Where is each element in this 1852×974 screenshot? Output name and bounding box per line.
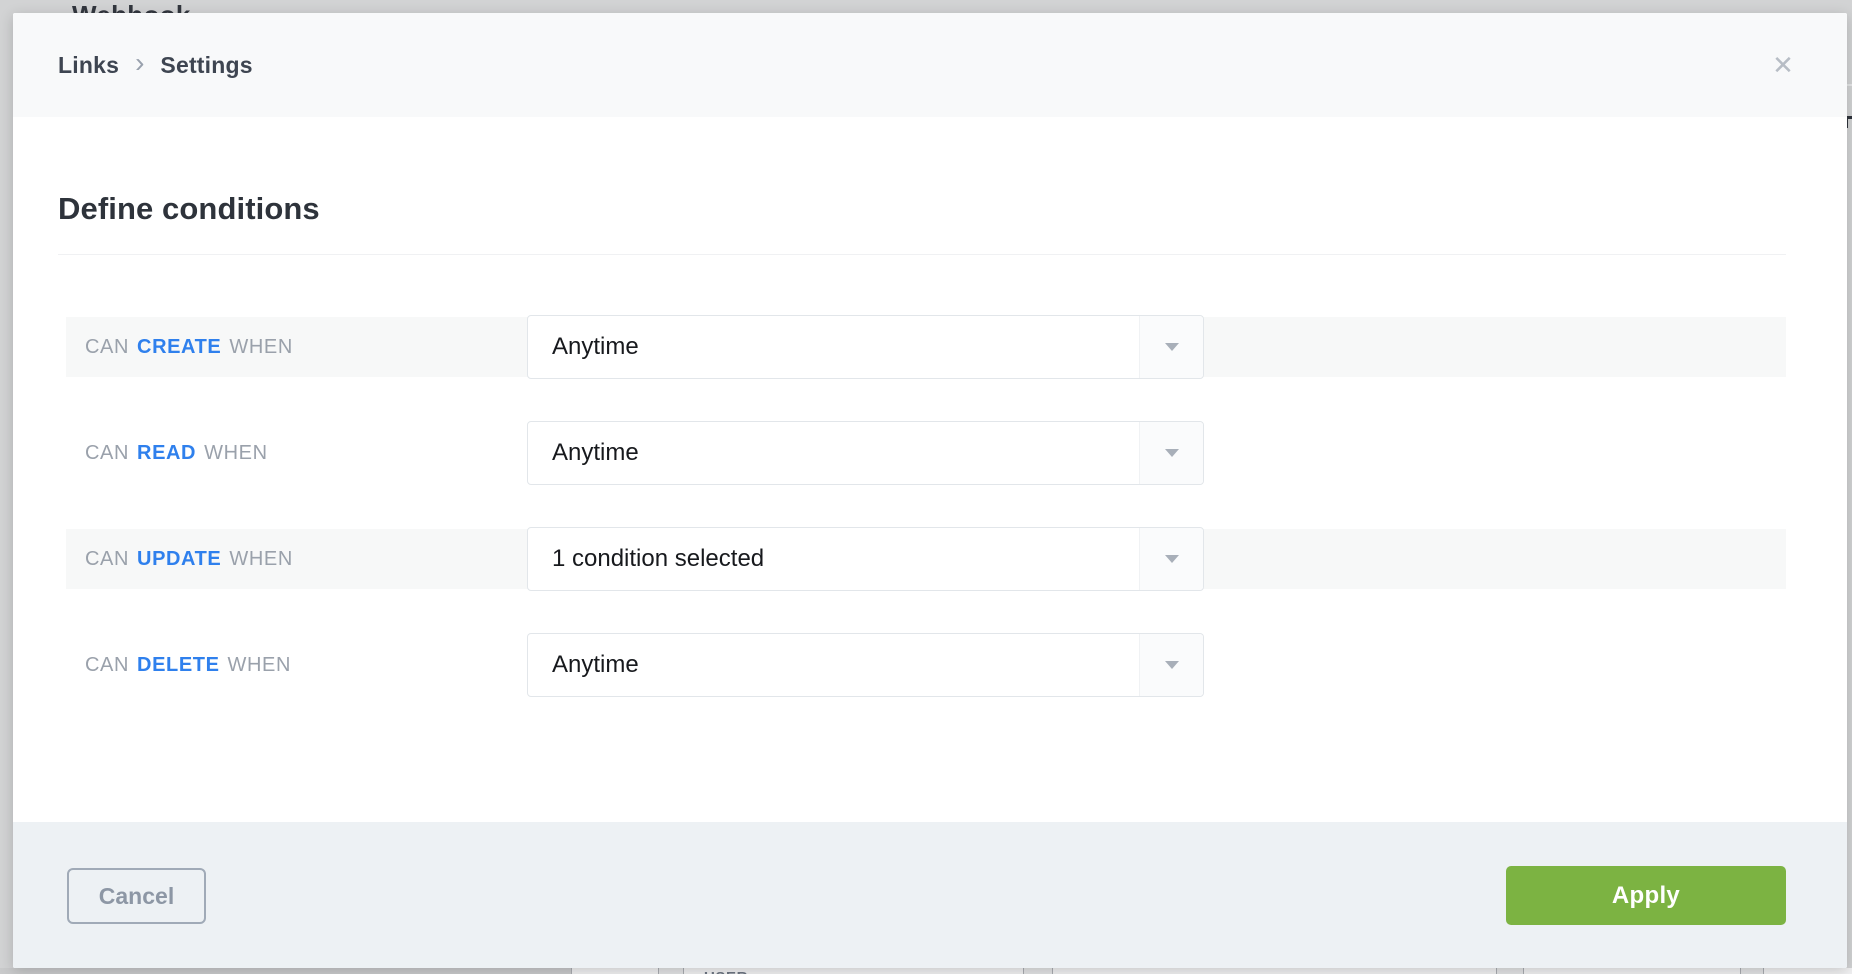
background-table-cell	[1740, 968, 1763, 974]
label-action-update: UPDATE	[137, 548, 221, 571]
dropdown-caret-zone	[1139, 528, 1203, 590]
background-table-cell	[0, 968, 571, 974]
close-icon: ✕	[1772, 52, 1794, 78]
dropdown-selected-value: 1 condition selected	[528, 528, 1139, 590]
background-page-line	[1847, 84, 1852, 86]
breadcrumb: Links › Settings	[58, 13, 253, 117]
modal-header: Links › Settings ✕	[13, 13, 1847, 117]
label-action-read: READ	[137, 442, 196, 465]
breadcrumb-item-settings: Settings	[160, 52, 252, 79]
background-table-cell	[658, 968, 683, 974]
background-table-border	[1763, 968, 1764, 974]
dropdown-selected-value: Anytime	[528, 422, 1139, 484]
label-prefix: CAN	[85, 442, 129, 465]
cancel-button[interactable]: Cancel	[67, 868, 206, 924]
dropdown-selected-value: Anytime	[528, 634, 1139, 696]
label-prefix: CAN	[85, 548, 129, 571]
chevron-right-icon: ›	[135, 49, 144, 81]
background-table-header-user: USER	[704, 969, 748, 974]
background-table-border	[1052, 968, 1053, 974]
condition-row-update: CAN UPDATE WHEN 1 condition selected	[66, 529, 1786, 589]
background-page-title-fragment: Webhook	[72, 0, 191, 13]
background-table-border	[571, 968, 572, 974]
background-table-border	[683, 968, 684, 974]
chevron-down-icon	[1165, 661, 1179, 669]
label-action-create: CREATE	[137, 336, 221, 359]
background-table-border	[1740, 968, 1741, 974]
background-table-cell	[1496, 968, 1523, 974]
dropdown-caret-zone	[1139, 316, 1203, 378]
label-prefix: CAN	[85, 336, 129, 359]
label-action-delete: DELETE	[137, 654, 220, 677]
settings-modal: Links › Settings ✕ Define conditions CAN…	[13, 13, 1847, 968]
condition-label: CAN DELETE WHEN	[85, 635, 291, 695]
breadcrumb-item-links[interactable]: Links	[58, 52, 119, 79]
background-table-fragment: USER	[0, 968, 1852, 974]
modal-footer: Cancel Apply	[13, 822, 1847, 968]
background-table-border	[1023, 968, 1024, 974]
condition-row-delete: CAN DELETE WHEN Anytime	[66, 635, 1786, 695]
delete-condition-dropdown[interactable]: Anytime	[527, 633, 1204, 697]
label-suffix: WHEN	[229, 548, 293, 571]
condition-label: CAN READ WHEN	[85, 423, 268, 483]
background-table-border	[1496, 968, 1497, 974]
chevron-down-icon	[1165, 449, 1179, 457]
label-suffix: WHEN	[229, 336, 293, 359]
chevron-down-icon	[1165, 555, 1179, 563]
screen: Webhook USER Links › Settings ✕	[0, 0, 1852, 974]
condition-label: CAN CREATE WHEN	[85, 317, 293, 377]
label-suffix: WHEN	[204, 442, 268, 465]
label-prefix: CAN	[85, 654, 129, 677]
background-page-top-fragment: Webhook	[0, 0, 1852, 13]
dropdown-caret-zone	[1139, 422, 1203, 484]
background-page-right-fragment	[1847, 0, 1852, 974]
read-condition-dropdown[interactable]: Anytime	[527, 421, 1204, 485]
close-button[interactable]: ✕	[1768, 50, 1798, 80]
update-condition-dropdown[interactable]: 1 condition selected	[527, 527, 1204, 591]
conditions-list: CAN CREATE WHEN Anytime CAN READ WHEN	[66, 317, 1786, 741]
divider	[58, 254, 1786, 255]
apply-button[interactable]: Apply	[1506, 866, 1786, 925]
dropdown-selected-value: Anytime	[528, 316, 1139, 378]
condition-label: CAN UPDATE WHEN	[85, 529, 293, 589]
condition-row-create: CAN CREATE WHEN Anytime	[66, 317, 1786, 377]
create-condition-dropdown[interactable]: Anytime	[527, 315, 1204, 379]
dropdown-caret-zone	[1139, 634, 1203, 696]
background-table-cell	[1023, 968, 1052, 974]
label-suffix: WHEN	[228, 654, 292, 677]
background-table-border	[658, 968, 659, 974]
background-table-border	[1523, 968, 1524, 974]
condition-row-read: CAN READ WHEN Anytime	[66, 423, 1786, 483]
chevron-down-icon	[1165, 343, 1179, 351]
page-title: Define conditions	[58, 191, 320, 227]
